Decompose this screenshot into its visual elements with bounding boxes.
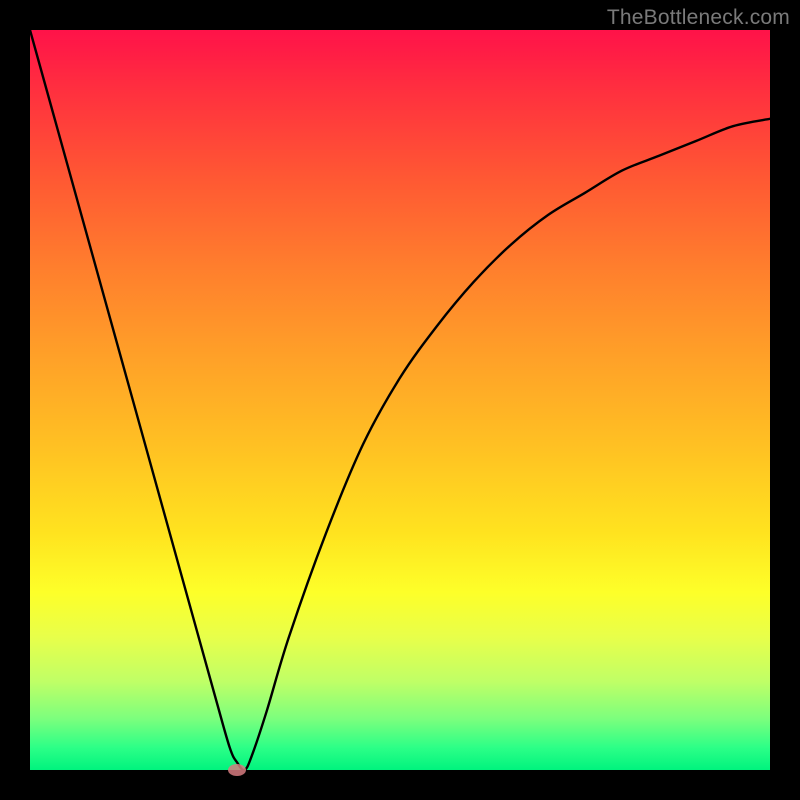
curve-svg [30,30,770,770]
min-marker [228,764,246,776]
chart-frame: TheBottleneck.com [0,0,800,800]
plot-area [30,30,770,770]
watermark-text: TheBottleneck.com [607,6,790,30]
curve-line [30,30,770,770]
